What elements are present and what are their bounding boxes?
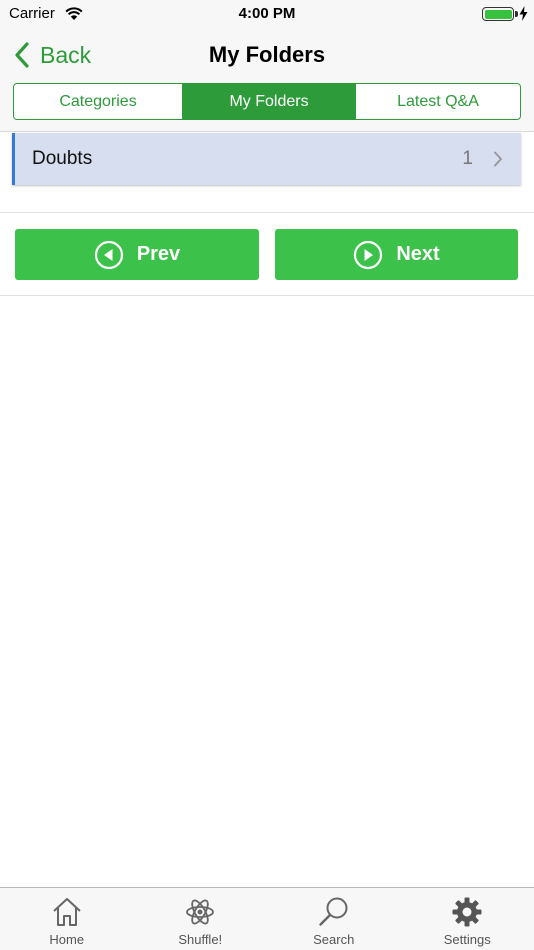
tab-search[interactable]: Search	[267, 888, 401, 950]
folder-name: Doubts	[32, 148, 93, 169]
tab-shuffle[interactable]: Shuffle!	[134, 888, 268, 950]
segment-latest-qa[interactable]: Latest Q&A	[355, 84, 520, 119]
search-icon	[319, 897, 348, 926]
divider	[0, 295, 534, 296]
tab-bar: Home Shuffle! Search Settings	[0, 887, 534, 950]
tab-label: Home	[49, 932, 85, 947]
play-right-circle-icon	[354, 240, 383, 269]
gear-icon	[452, 897, 482, 927]
battery-cap	[515, 11, 518, 17]
clock: 4:00 PM	[238, 5, 296, 22]
prev-button[interactable]: Prev	[15, 229, 259, 280]
tab-label: Search	[313, 932, 355, 947]
segmented-control: Categories My Folders Latest Q&A	[13, 83, 521, 120]
segment-my-folders[interactable]: My Folders	[182, 84, 355, 119]
tab-home[interactable]: Home	[0, 888, 134, 950]
charging-bolt-icon	[519, 6, 528, 21]
page-title: My Folders	[208, 42, 326, 67]
segment-categories[interactable]: Categories	[14, 84, 182, 119]
tab-label: Settings	[443, 932, 491, 947]
tab-label: Shuffle!	[178, 932, 223, 947]
next-label: Next	[396, 243, 440, 265]
chevron-right-icon	[494, 151, 502, 167]
folder-row[interactable]: Doubts 1	[12, 133, 521, 185]
battery-icon	[482, 7, 514, 21]
status-bar: Carrier 4:00 PM	[0, 0, 534, 28]
divider	[0, 212, 534, 213]
tab-settings[interactable]: Settings	[401, 888, 534, 950]
home-icon	[53, 898, 81, 926]
folder-count: 1	[462, 148, 473, 169]
navigation-bar: Back My Folders Categories My Folders La…	[0, 28, 534, 132]
play-left-circle-icon	[94, 240, 123, 269]
atom-icon	[186, 899, 215, 925]
next-button[interactable]: Next	[275, 229, 518, 280]
prev-label: Prev	[136, 243, 181, 265]
